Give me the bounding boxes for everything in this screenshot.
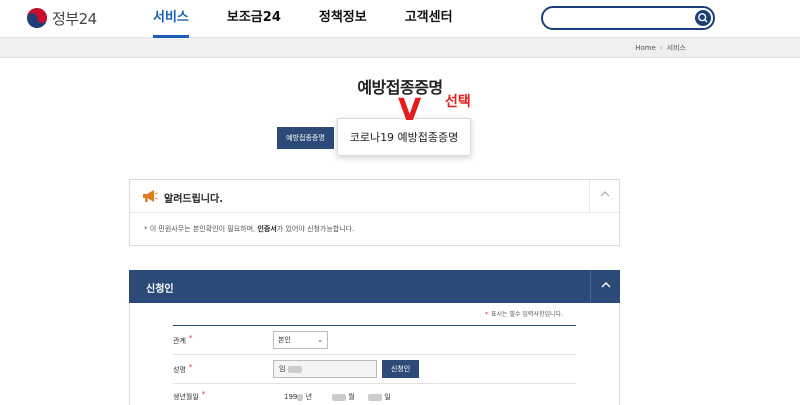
logo-text: 정부24 [52,9,97,28]
birth-label: 생년월일 * [173,390,206,402]
logo[interactable]: 정부24 [26,7,97,29]
notice-text-bold: 인증서 [257,225,277,233]
name-label-text: 성명 [173,366,186,374]
birth-day[interactable]: 일 [365,392,391,402]
applicant-section-title: 신청인 [146,284,174,295]
birth-year-unit: 년 [305,393,313,401]
search-box [541,6,715,30]
form-top-divider [173,325,576,326]
notice-text-before: 이 민원사무는 본인확인이 필요하며, [149,225,258,233]
notice-bullet: * [144,225,148,233]
required-star: * [485,311,488,318]
notice-body: * 이 민원사무는 본인확인이 필요하며, 인증서가 있어야 신청가능합니다. [130,213,619,245]
required-note: * 표시는 필수 입력사항입니다. [485,309,563,318]
main-nav: 서비스 보조금24 정책정보 고객센터 [153,0,491,38]
site-header: 정부24 서비스 보조금24 정책정보 고객센터 [0,0,800,38]
relation-select-value: 본인 [278,336,291,344]
relation-label-text: 관계 [173,337,186,345]
annotation-check-mark: V [398,96,422,122]
birth-year[interactable]: 199 년 [284,392,312,402]
nav-item-support[interactable]: 고객센터 [405,0,453,38]
nav-item-policy[interactable]: 정책정보 [319,0,367,38]
applicant-collapse-button[interactable] [590,270,620,303]
nav-item-subsidy[interactable]: 보조금24 [227,0,281,38]
chevron-right-icon: › [659,44,663,52]
form-divider [173,383,576,384]
tab-vaccination-certificate[interactable]: 예방접종증명 [277,127,334,149]
chevron-up-icon [601,282,610,288]
masked-text [368,393,382,401]
notice-title: 알려드립니다. [164,194,223,205]
relation-select[interactable]: 본인 ⌄ [273,331,328,349]
name-required-star: * [188,363,193,371]
chevron-up-icon [600,191,609,197]
breadcrumb-bar: Home › 서비스 [0,38,800,58]
birth-required-star: * [201,390,206,398]
relation-required-star: * [188,334,193,342]
masked-text [297,393,304,401]
masked-text [288,365,303,373]
birth-day-unit: 일 [384,393,391,401]
name-input-value: 임 [279,365,286,373]
page-title: 예방접종증명 [357,78,443,97]
nav-item-service[interactable]: 서비스 [153,0,189,38]
name-input[interactable]: 임 [273,360,377,378]
search-icon [698,13,708,23]
annotation-v-text: V [398,96,422,122]
form-divider [173,354,576,355]
megaphone-icon [143,190,158,202]
search-button[interactable] [695,10,711,26]
masked-text [332,393,346,401]
birth-month-unit: 월 [348,393,355,401]
breadcrumb-home[interactable]: Home [635,44,656,52]
notice-header[interactable]: 알려드립니다. [130,180,619,213]
annotation-select-label: 선택 [445,94,471,110]
applicant-button[interactable]: 신청인 [382,360,419,378]
birth-month[interactable]: 월 [329,392,355,402]
birth-year-value: 199 [284,393,298,401]
search-input[interactable] [553,10,691,26]
relation-label: 관계 * [173,334,193,346]
chevron-down-icon: ⌄ [317,336,323,344]
birth-label-text: 생년월일 [173,393,199,401]
breadcrumb-current[interactable]: 서비스 [667,43,686,53]
required-note-text: 표시는 필수 입력사항입니다. [491,311,563,318]
applicant-section-header[interactable]: 신청인 [129,270,620,303]
name-label: 성명 * [173,363,193,375]
taegeuk-logo-icon [27,8,47,28]
notice-text-after: 가 있어야 신청가능합니다. [276,225,355,233]
notice-box: 알려드립니다. * 이 민원사무는 본인확인이 필요하며, 인증서가 있어야 신… [129,179,620,246]
breadcrumb: Home › 서비스 [635,43,686,53]
notice-collapse-button[interactable] [589,180,619,213]
tab-covid19-vaccination-certificate[interactable]: 코로나19 예방접종증명 [337,118,471,156]
